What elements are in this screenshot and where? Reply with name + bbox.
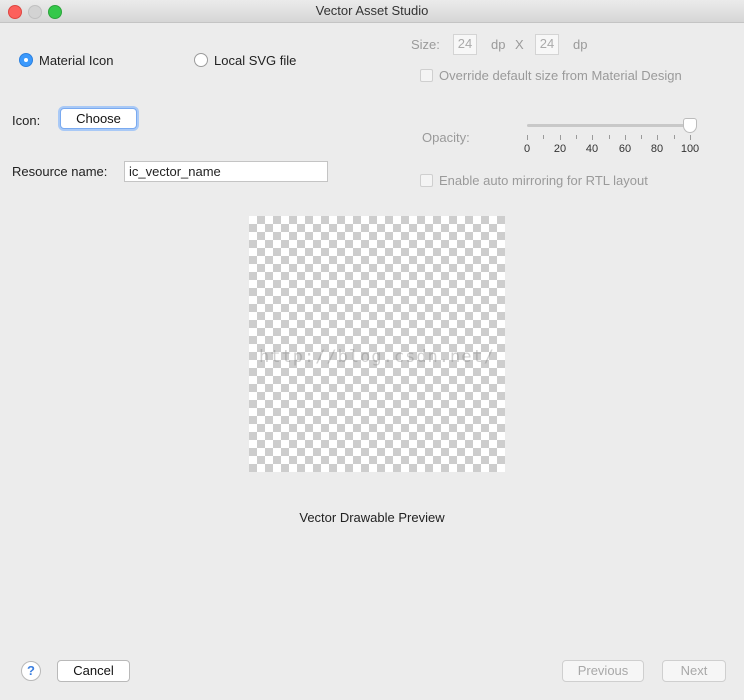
opacity-tick-label: 40 <box>585 143 599 155</box>
size-width-unit: dp <box>491 37 506 52</box>
next-button[interactable]: Next <box>662 660 726 682</box>
vector-asset-studio-window: Vector Asset Studio Material Icon Local … <box>0 0 744 700</box>
opacity-tick-label: 20 <box>553 143 567 155</box>
size-height-unit: dp <box>573 37 588 52</box>
opacity-minor-tick <box>576 135 577 139</box>
opacity-tick-label: 80 <box>650 143 664 155</box>
opacity-tick-label: 0 <box>523 143 531 155</box>
local-svg-radio[interactable] <box>194 53 208 67</box>
watermark: http://blog.csdn.net/ <box>259 347 495 367</box>
help-button[interactable]: ? <box>21 661 41 681</box>
opacity-minor-tick <box>641 135 642 139</box>
opacity-tick-label: 100 <box>680 143 700 155</box>
opacity-tick <box>527 135 528 140</box>
cancel-button[interactable]: Cancel <box>57 660 130 682</box>
opacity-slider-track[interactable] <box>527 124 695 127</box>
title-bar: Vector Asset Studio <box>0 0 744 23</box>
override-size-label: Override default size from Material Desi… <box>439 68 682 83</box>
rtl-mirroring-label: Enable auto mirroring for RTL layout <box>439 173 648 188</box>
opacity-minor-tick <box>543 135 544 139</box>
vector-drawable-preview: http://blog.csdn.net/ <box>249 216 505 472</box>
opacity-tick <box>690 135 691 140</box>
opacity-label: Opacity: <box>422 130 470 145</box>
window-title: Vector Asset Studio <box>315 3 429 18</box>
choose-icon-button[interactable]: Choose <box>60 108 137 129</box>
opacity-tick <box>560 135 561 140</box>
rtl-mirroring-checkbox[interactable] <box>420 174 433 187</box>
size-separator: X <box>515 37 524 52</box>
opacity-tick <box>592 135 593 140</box>
material-icon-radio[interactable] <box>19 53 33 67</box>
override-size-checkbox[interactable] <box>420 69 433 82</box>
size-height-input[interactable]: 24 <box>535 34 559 55</box>
opacity-tick <box>625 135 626 140</box>
opacity-minor-tick <box>674 135 675 139</box>
size-label: Size: <box>411 37 440 52</box>
local-svg-label[interactable]: Local SVG file <box>214 53 296 68</box>
previous-button[interactable]: Previous <box>562 660 644 682</box>
material-icon-label[interactable]: Material Icon <box>39 53 113 68</box>
opacity-slider-thumb[interactable] <box>683 118 697 133</box>
opacity-minor-tick <box>609 135 610 139</box>
preview-caption: Vector Drawable Preview <box>299 510 445 525</box>
opacity-tick <box>657 135 658 140</box>
size-width-input[interactable]: 24 <box>453 34 477 55</box>
icon-label: Icon: <box>12 113 41 128</box>
resource-name-input[interactable]: ic_vector_name <box>124 161 328 182</box>
resource-name-label: Resource name: <box>12 164 108 179</box>
opacity-tick-label: 60 <box>618 143 632 155</box>
